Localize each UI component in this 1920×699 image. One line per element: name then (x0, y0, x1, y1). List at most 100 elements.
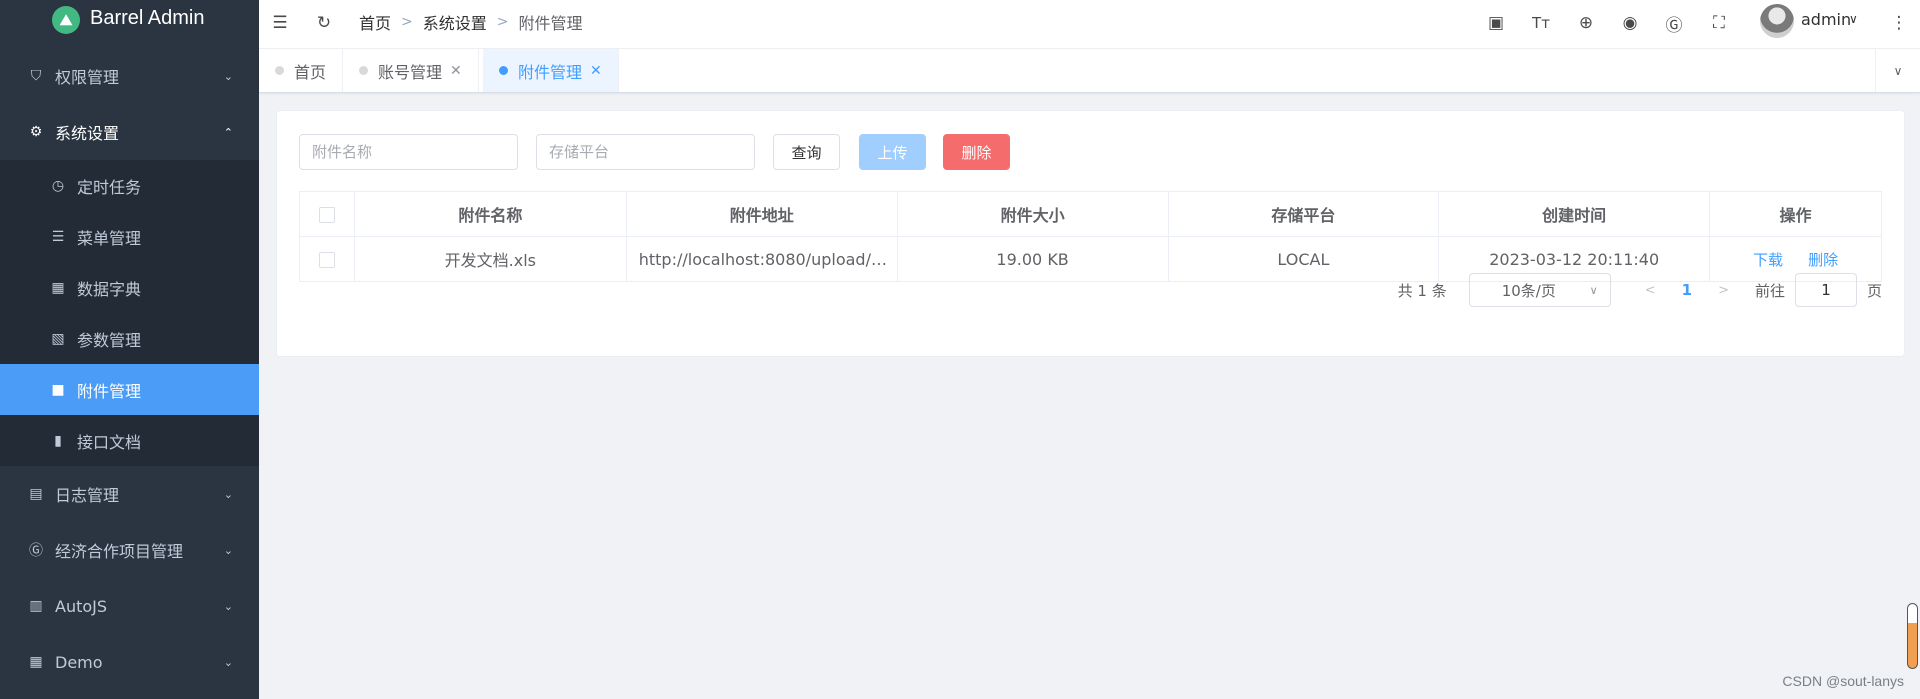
goto-page-input[interactable]: 1 (1794, 273, 1857, 307)
fullscreen-icon[interactable]: ⛶ (1708, 12, 1730, 34)
tab-home[interactable]: 首页 (259, 49, 344, 92)
sidebar-item-label: 定时任务 (77, 177, 142, 197)
tag-dot-icon (359, 66, 368, 75)
next-page-icon[interactable]: > (1718, 283, 1729, 298)
breadcrumb-home[interactable]: 首页 (359, 10, 391, 34)
chevron-down-icon: ⌄ (223, 543, 233, 557)
attachment-panel: 查询 上传 删除 附件名称 附件地址 附件大小 存储平台 创建时间 操作 开发文… (276, 110, 1905, 357)
sidebar-item-label: 日志管理 (55, 486, 120, 505)
table-header-row: 附件名称 附件地址 附件大小 存储平台 创建时间 操作 (299, 191, 1882, 237)
watermark: CSDN @sout-lanys (1782, 673, 1904, 689)
sidebar-item-label: 菜单管理 (77, 228, 142, 248)
query-button[interactable]: 查询 (773, 134, 840, 170)
table-icon: ▦ (51, 279, 65, 296)
pagination: 共 1 条 10条/页 ∨ < 1 > 前往 1 页 (1398, 272, 1882, 308)
g-circle-icon: Ⓖ (29, 543, 43, 559)
upload-button[interactable]: 上传 (859, 134, 926, 170)
shield-icon: ⛉ (30, 68, 42, 84)
page-size-select[interactable]: 10条/页 ∨ (1468, 273, 1611, 307)
page-size-value: 10条/页 (1501, 281, 1556, 300)
logo-icon: ⛰ (52, 6, 80, 34)
sidebar: ⛰ Barrel Admin ⛉ 权限管理 ⌄ ⚙ 系统设置 ⌃ ◷ 定时任务 … (0, 0, 259, 699)
breadcrumb: 首页 > 系统设置 > 附件管理 (359, 10, 583, 34)
pagination-total: 共 1 条 (1397, 281, 1447, 300)
sidebar-subitem-api-docs[interactable]: ▮ 接口文档 (0, 415, 259, 466)
font-size-icon[interactable]: Tт (1530, 12, 1552, 34)
select-all-cell[interactable] (299, 191, 355, 237)
log-icon: ▤ (29, 486, 43, 502)
user-name[interactable]: admin (1801, 10, 1851, 29)
column-header: 存储平台 (1167, 191, 1440, 237)
tags-more-dropdown[interactable]: ∨ (1875, 49, 1920, 92)
close-icon[interactable]: ✕ (590, 63, 602, 79)
hamburger-icon[interactable]: ☰ (269, 12, 291, 34)
tab-label: 首页 (294, 62, 327, 82)
tab-label: 账号管理 (378, 62, 443, 82)
breadcrumb-separator-icon: > (496, 14, 509, 30)
sidebar-item-autojs[interactable]: ▥ AutoJS ⌄ (0, 578, 259, 634)
storage-platform-input[interactable] (536, 134, 755, 170)
sidebar-item-logs[interactable]: ▤ 日志管理 ⌄ (0, 466, 259, 522)
more-vertical-icon[interactable]: ⋮ (1888, 12, 1910, 34)
row-checkbox[interactable] (318, 252, 335, 268)
sidebar-menu: ⛉ 权限管理 ⌄ ⚙ 系统设置 ⌃ ◷ 定时任务 ☰ 菜单管理 ▦ 数据字典 ▧… (0, 48, 259, 690)
chevron-down-icon: ∨ (1589, 283, 1598, 297)
clock-icon: ◷ (51, 177, 65, 194)
download-link[interactable]: 下载 (1753, 251, 1783, 269)
close-icon[interactable]: ✕ (450, 63, 462, 79)
sidebar-subitem-scheduled-tasks[interactable]: ◷ 定时任务 (0, 160, 259, 211)
sidebar-item-label: 系统设置 (55, 124, 120, 143)
tab-account-management[interactable]: 账号管理 ✕ (343, 49, 479, 92)
sidebar-subitem-attachments[interactable]: ■ 附件管理 (0, 364, 259, 415)
breadcrumb-current: 附件管理 (518, 14, 583, 33)
github-icon[interactable]: ◉ (1619, 12, 1641, 34)
chevron-down-icon: ⌄ (223, 599, 233, 613)
tag-dot-icon (275, 66, 284, 75)
gear-icon: ⚙ (29, 124, 43, 140)
attachment-name-input[interactable] (299, 134, 518, 170)
page-number-current[interactable]: 1 (1682, 281, 1692, 299)
navbar: ☰ ↻ 首页 > 系统设置 > 附件管理 ▣ Tт ⊕ ◉ Ⓖ ⛶ admin … (259, 0, 1920, 49)
sidebar-subitem-menu-management[interactable]: ☰ 菜单管理 (0, 211, 259, 262)
sidebar-item-label: 权限管理 (55, 68, 120, 87)
page-suffix-label: 页 (1866, 281, 1882, 300)
cell-attachment-url: http://localhost:8080/upload/202... (625, 236, 898, 282)
column-header: 附件大小 (896, 191, 1169, 237)
document-icon: ▮ (54, 432, 62, 449)
breadcrumb-separator-icon: > (401, 14, 413, 30)
g-logo-icon[interactable]: Ⓖ (1663, 12, 1685, 36)
sidebar-item-demo[interactable]: ▦ Demo ⌄ (0, 634, 259, 690)
sidebar-subitem-data-dictionary[interactable]: ▦ 数据字典 (0, 262, 259, 313)
row-delete-link[interactable]: 删除 (1808, 251, 1838, 269)
column-header: 附件名称 (353, 191, 627, 237)
breadcrumb-system-settings[interactable]: 系统设置 (423, 10, 487, 34)
cell-attachment-size: 19.00 KB (896, 236, 1169, 282)
goto-label: 前往 (1754, 281, 1785, 300)
scroll-indicator[interactable] (1907, 603, 1918, 669)
logo[interactable]: ⛰ Barrel Admin (0, 0, 259, 40)
row-select-cell[interactable] (299, 236, 355, 282)
tab-label: 附件管理 (518, 62, 583, 82)
menu-list-icon: ☰ (51, 228, 65, 245)
sidebar-item-economic-projects[interactable]: Ⓖ 经济合作项目管理 ⌄ (0, 522, 259, 578)
refresh-icon[interactable]: ↻ (313, 12, 335, 34)
avatar[interactable] (1760, 4, 1794, 38)
page-jumper: 前往 1 页 (1755, 273, 1882, 307)
delete-button[interactable]: 删除 (943, 134, 1010, 170)
app-title: Barrel Admin (90, 7, 205, 29)
prev-page-icon[interactable]: < (1645, 283, 1656, 298)
sidebar-item-system-settings[interactable]: ⚙ 系统设置 ⌃ (0, 104, 259, 160)
sidebar-item-label: Demo (55, 652, 103, 672)
image-search-icon[interactable]: ▣ (1485, 12, 1507, 34)
sidebar-item-label: 数据字典 (77, 279, 142, 299)
column-header: 附件地址 (625, 191, 898, 237)
sidebar-item-label: 经济合作项目管理 (55, 542, 184, 561)
tag-dot-icon (499, 66, 508, 75)
sidebar-item-permission[interactable]: ⛉ 权限管理 ⌄ (0, 48, 259, 104)
cell-attachment-name: 开发文档.xls (353, 236, 627, 282)
sidebar-subitem-parameters[interactable]: ▧ 参数管理 (0, 313, 259, 364)
select-all-checkbox[interactable] (318, 207, 335, 223)
tab-attachment-management[interactable]: 附件管理 ✕ (483, 49, 619, 92)
globe-icon[interactable]: ⊕ (1575, 12, 1597, 34)
chevron-down-icon[interactable]: ∨ (1849, 12, 1858, 26)
